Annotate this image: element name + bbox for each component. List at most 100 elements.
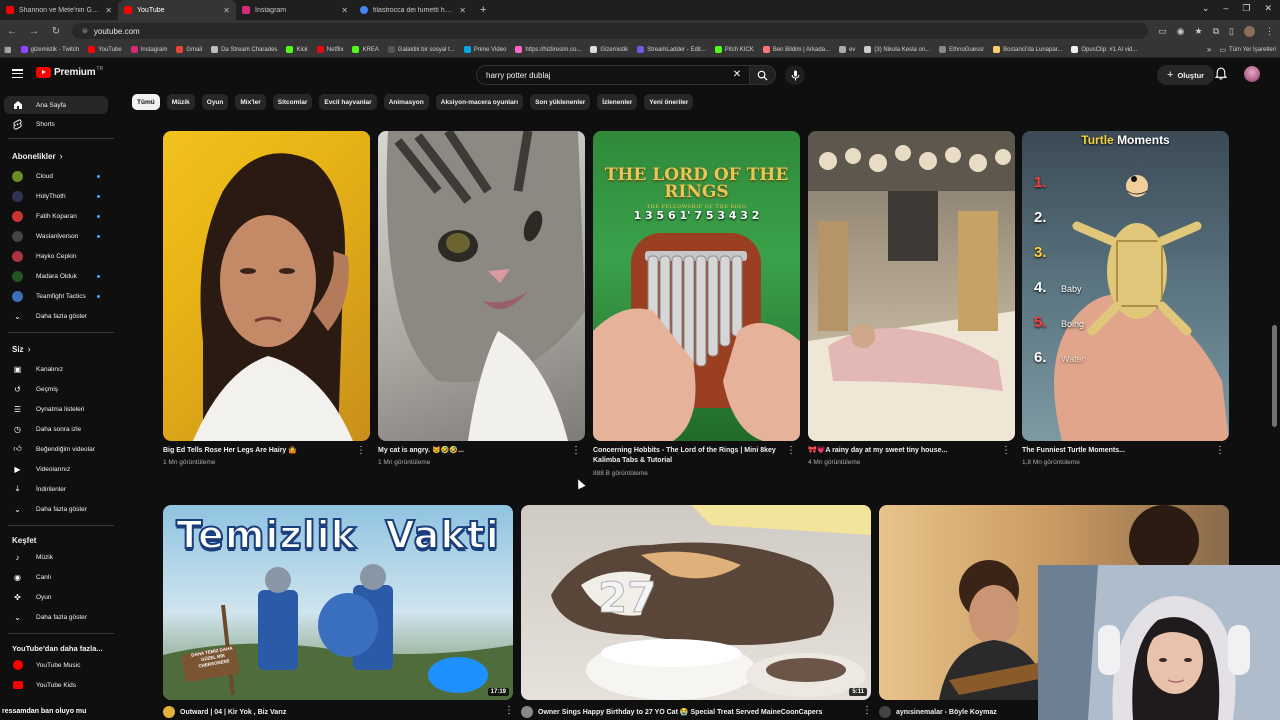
all-bookmarks-folder[interactable]: ▭ Tüm Yer İşaretleri xyxy=(1219,46,1276,54)
sidebar-item-show-more[interactable]: ⌄ Daha fazla göster xyxy=(4,608,108,626)
more-options-icon[interactable]: ⋮ xyxy=(862,706,872,716)
close-icon[interactable]: ✕ xyxy=(105,6,112,15)
browser-tab[interactable]: Instagram ✕ xyxy=(236,0,354,20)
sidebar-item-your-videos[interactable]: ▶ Videolarınız xyxy=(4,460,108,478)
notifications-bell-icon[interactable] xyxy=(1214,67,1228,85)
chip-music[interactable]: Müzik xyxy=(166,94,195,110)
maximize-icon[interactable]: ❐ xyxy=(1242,3,1250,14)
bookmark[interactable]: KREA xyxy=(352,46,379,53)
short-title[interactable]: 🎀💗A rainy day at my sweet tiny house... xyxy=(808,446,998,456)
short-title[interactable]: The Funniest Turtle Moments... xyxy=(1022,446,1212,456)
short-title[interactable]: Big Ed Tells Rose Her Legs Are Hairy 🤷 xyxy=(163,446,353,456)
you-heading[interactable]: Siz › xyxy=(12,344,31,354)
forward-icon[interactable]: → xyxy=(28,26,40,37)
page-scrollbar[interactable] xyxy=(1272,325,1277,427)
chip-recently-uploaded[interactable]: Son yüklenenler xyxy=(530,94,591,110)
video-title[interactable]: Owner Sings Happy Birthday to 27 YO Cat … xyxy=(538,708,822,716)
chip-pets[interactable]: Evcil hayvanlar xyxy=(319,94,377,110)
video-title[interactable]: aynısinemalar - Böyle Koymaz xyxy=(896,709,997,716)
chip-new-to-you[interactable]: Yeni öneriler xyxy=(644,94,694,110)
create-button[interactable]: + Oluştur xyxy=(1157,65,1215,85)
chip-sitcoms[interactable]: Sitcomlar xyxy=(272,94,313,110)
sidebar-item-liked-videos[interactable]: 👍︎ Beğendiğim videolar xyxy=(4,440,108,458)
short-thumbnail[interactable] xyxy=(163,131,370,441)
more-options-icon[interactable]: ⋮ xyxy=(504,706,514,716)
bookmark[interactable]: Galaktik bir sosyal t... xyxy=(387,46,455,53)
sidebar-item-watch-later[interactable]: ◷ Daha sonra izle xyxy=(4,420,108,438)
bookmark[interactable]: Bostanci'da Lunapar... xyxy=(993,46,1062,53)
chip-all[interactable]: Tümü xyxy=(132,94,160,110)
sidebar-item-music[interactable]: ♪ Müzik xyxy=(4,548,108,566)
minimize-icon[interactable]: – xyxy=(1223,3,1228,14)
youtube-premium-logo[interactable]: Premium TR xyxy=(36,66,103,78)
sidebar-item-subscription[interactable]: Madara Olduk xyxy=(4,267,108,285)
close-icon[interactable]: ✕ xyxy=(459,6,466,15)
menu-icon[interactable]: ⋮ xyxy=(1265,26,1274,37)
video-thumbnail[interactable]: Temizlik Vakti DAHA TEMİZ DAHA GÜZEL BİR… xyxy=(163,505,513,700)
short-thumbnail[interactable]: THE LORD OF THE RINGS THE FELLOWSHIP OF … xyxy=(593,131,800,441)
browser-tab[interactable]: Shannon ve Mete'nin Gece Ma✕ xyxy=(0,0,118,20)
channel-avatar[interactable] xyxy=(163,706,175,718)
close-icon[interactable]: ✕ xyxy=(341,6,348,15)
bookmark[interactable]: Prime Video xyxy=(463,46,506,53)
sidebar-item-subscription[interactable]: Cloud xyxy=(4,167,108,185)
bookmark[interactable]: YouTube xyxy=(88,46,122,53)
url-field[interactable]: ⊜ youtube.com xyxy=(72,23,1149,39)
sidebar-item-gaming[interactable]: ✜ Oyun xyxy=(4,588,108,606)
video-info-row[interactable]: Owner Sings Happy Birthday to 27 YO Cat … xyxy=(521,706,822,718)
chip-action-adventure[interactable]: Aksiyon-macera oyunları xyxy=(435,94,524,110)
chip-animation[interactable]: Animasyon xyxy=(383,94,429,110)
search-button[interactable] xyxy=(750,65,776,85)
short-title[interactable]: My cat is angry. 😾🤣🤣... xyxy=(378,446,568,456)
sidebar-item-downloads[interactable]: ⤓ İndirilenler xyxy=(4,480,108,498)
channel-avatar[interactable] xyxy=(521,706,533,718)
user-avatar[interactable] xyxy=(1244,66,1260,82)
more-options-icon[interactable]: ⋮ xyxy=(356,446,366,456)
browser-tab-active[interactable]: YouTube ✕ xyxy=(118,0,236,20)
short-thumbnail[interactable] xyxy=(808,131,1015,441)
bookmark[interactable]: Ben Bildim | Arkada... xyxy=(762,46,830,53)
reload-icon[interactable]: ↻ xyxy=(50,26,62,37)
chevron-down-icon[interactable]: ⌄ xyxy=(1202,3,1210,14)
search-input[interactable]: harry potter dublaj ✕ xyxy=(476,65,751,85)
video-thumbnail[interactable]: 27 5:11 xyxy=(521,505,871,700)
short-thumbnail[interactable]: Turtle Moments 1. 2. 3. 4. 5. 6. Baby Bo… xyxy=(1022,131,1229,441)
subscriptions-heading[interactable]: Abonelikler › xyxy=(12,151,63,161)
sidebar-item-live[interactable]: ◉ Canlı xyxy=(4,568,108,586)
apps-icon[interactable]: ▦ xyxy=(4,45,12,54)
sidebar-item-show-more[interactable]: ⌄ Daha fazla göster xyxy=(4,307,108,325)
more-options-icon[interactable]: ⋮ xyxy=(571,446,581,456)
new-tab-icon[interactable]: + xyxy=(472,4,494,16)
short-title[interactable]: Concerning Hobbits - The Lord of the Rin… xyxy=(593,446,783,466)
extensions-icon[interactable]: ⧉ xyxy=(1213,26,1219,37)
profile-avatar[interactable] xyxy=(1244,25,1255,37)
bookmark[interactable]: Instagram xyxy=(130,46,167,53)
video-title[interactable]: Outward | 04 | Kir Yok , Biz Varız xyxy=(180,709,286,716)
sidebar-item-subscription[interactable]: Hayko Cepkin xyxy=(4,247,108,265)
more-options-icon[interactable]: ⋮ xyxy=(786,446,796,456)
clear-search-icon[interactable]: ✕ xyxy=(733,69,741,80)
bookmark[interactable]: (3) Nikola Kesla on... xyxy=(864,46,930,53)
menu-hamburger-icon[interactable] xyxy=(12,69,23,78)
sidebar-item-subscription[interactable]: Teamfight Tactics xyxy=(4,287,108,305)
bookmark[interactable]: Netflix xyxy=(316,46,343,53)
chip-mixes[interactable]: Mix'ler xyxy=(235,94,266,110)
bookmark[interactable]: Gizemistik xyxy=(590,46,628,53)
sidebar-item-youtube-kids[interactable]: YouTube Kids xyxy=(4,676,108,694)
sidebar-item-youtube-music[interactable]: YouTube Music xyxy=(4,656,108,674)
bookmark[interactable]: https://hizliresim.co... xyxy=(515,46,581,53)
short-thumbnail[interactable] xyxy=(378,131,585,441)
sidebar-item-subscription[interactable]: Fatih Koparan xyxy=(4,207,108,225)
more-bookmarks-icon[interactable]: » xyxy=(1207,45,1211,54)
bookmark[interactable]: Kick xyxy=(286,46,308,53)
bookmark[interactable]: gizemistik - Twitch xyxy=(20,46,79,53)
browser-tab[interactable]: filastrocca dei fumetti hangi di✕ xyxy=(354,0,472,20)
chip-watched[interactable]: İzlenenler xyxy=(597,94,638,110)
sidebar-item-subscription[interactable]: HolyThoth xyxy=(4,187,108,205)
channel-avatar[interactable] xyxy=(879,706,891,718)
more-options-icon[interactable]: ⋮ xyxy=(1215,446,1225,456)
sidebar-item-playlists[interactable]: ☰ Oynatma listeleri xyxy=(4,400,108,418)
voice-search-button[interactable] xyxy=(785,65,805,85)
bookmark[interactable]: Da Stream Charades xyxy=(211,46,277,53)
sidebar-item-home[interactable]: Ana Sayfa xyxy=(4,96,108,114)
